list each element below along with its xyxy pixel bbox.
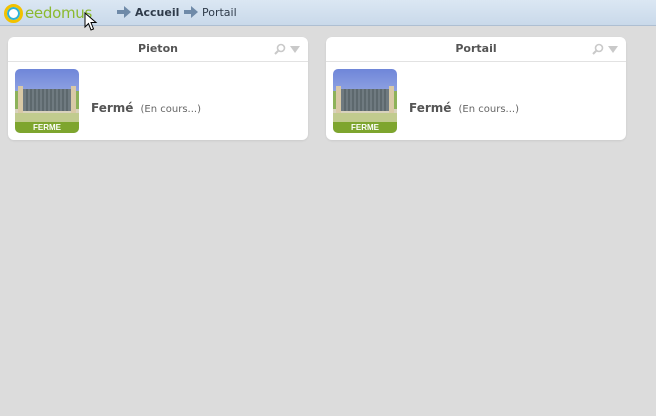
closed-gate-image[interactable]: FERME: [333, 69, 397, 133]
logo-ring-icon: [4, 3, 23, 23]
gate-state-label: FERME: [333, 122, 397, 133]
chevron-down-icon[interactable]: [608, 46, 618, 53]
widget-title: Portail: [455, 42, 497, 55]
status-value: Fermé: [409, 101, 452, 115]
chevron-down-icon[interactable]: [290, 46, 300, 53]
logo-text: eedomus: [25, 4, 92, 22]
widget-body: FERME Fermé (En cours...): [326, 62, 626, 140]
mouse-cursor-icon: [84, 12, 98, 31]
breadcrumb-item-portail[interactable]: Portail: [184, 4, 237, 20]
gate-state-label: FERME: [15, 122, 79, 133]
widget-pieton: Pieton FERME Fermé (En cours...): [8, 37, 308, 140]
widget-body: FERME Fermé (En cours...): [8, 62, 308, 140]
widget-status: Fermé (En cours...): [409, 97, 519, 116]
status-value: Fermé: [91, 101, 134, 115]
search-icon[interactable]: [592, 43, 604, 55]
widget-portail: Portail FERME Fermé (En cours...): [326, 37, 626, 140]
closed-gate-image[interactable]: FERME: [15, 69, 79, 133]
widget-header: Pieton: [8, 37, 308, 62]
status-detail: (En cours...): [458, 104, 519, 115]
breadcrumb-label: Accueil: [135, 5, 180, 19]
widget-header: Portail: [326, 37, 626, 62]
search-icon[interactable]: [274, 43, 286, 55]
arrow-right-icon: [117, 6, 131, 18]
eedomus-logo[interactable]: eedomus: [4, 2, 92, 24]
arrow-right-icon: [184, 6, 198, 18]
breadcrumb-item-accueil[interactable]: Accueil: [117, 4, 179, 20]
status-detail: (En cours...): [140, 104, 201, 115]
breadcrumb-label: Portail: [202, 5, 237, 19]
widget-status: Fermé (En cours...): [91, 97, 201, 116]
top-bar: eedomus Accueil Portail: [0, 0, 656, 26]
widget-title: Pieton: [138, 42, 178, 55]
